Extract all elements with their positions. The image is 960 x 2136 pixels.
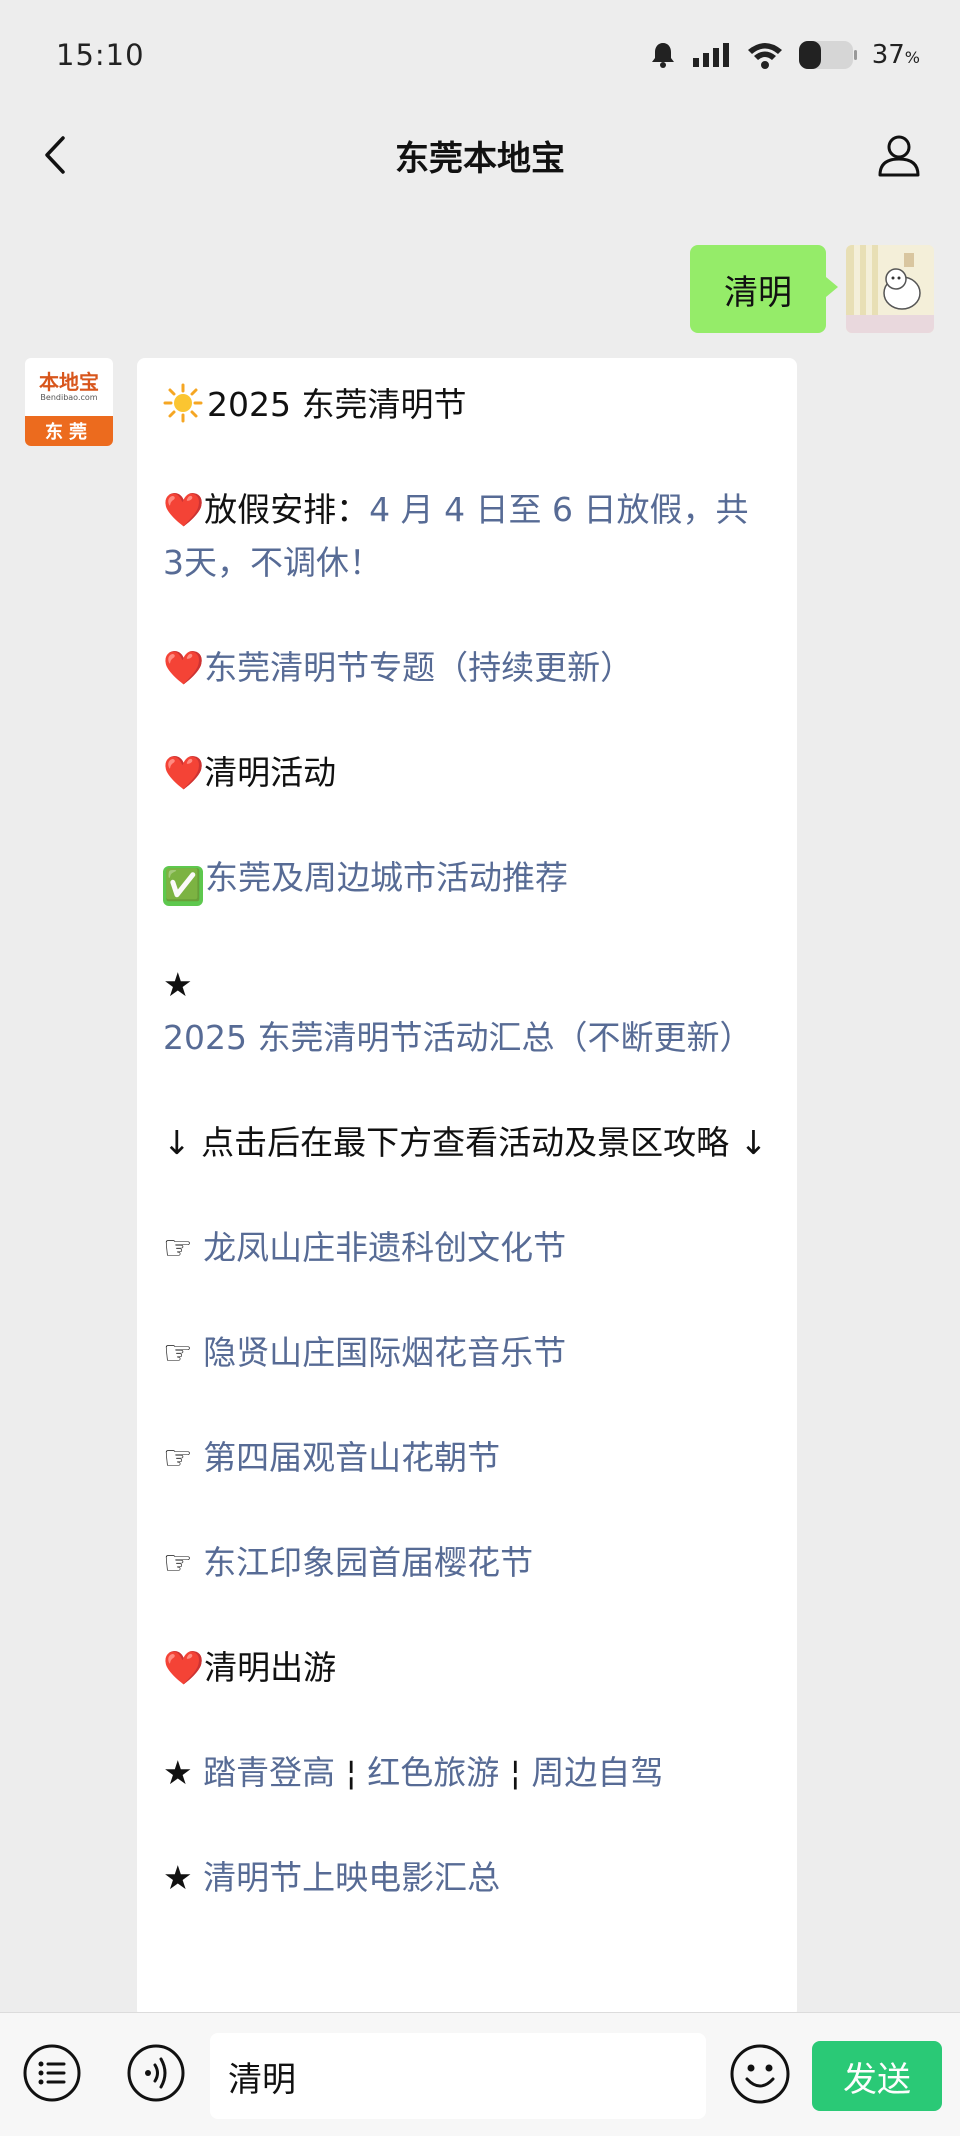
- emoji-icon[interactable]: [729, 2043, 791, 2105]
- heart-icon: ❤️: [163, 1648, 205, 1687]
- message-line: ❤️清明活动: [163, 753, 337, 792]
- separator: ¦: [345, 1753, 357, 1792]
- link[interactable]: 隐贤山庄国际烟花音乐节: [203, 1333, 566, 1372]
- status-icons: 37%: [648, 40, 920, 70]
- status-time: 15:10: [56, 38, 145, 72]
- link[interactable]: 周边自驾: [531, 1753, 663, 1792]
- message-line: ★ 2025 东莞清明节活动汇总（不断更新）: [163, 958, 771, 1064]
- input-bar: 清明 发送: [0, 2012, 960, 2136]
- bell-icon: [648, 40, 678, 70]
- nav-bar: 东莞本地宝: [0, 110, 960, 200]
- message-line: ❤️放假安排：4 月 4 日至 6 日放假，共 3天，不调休！: [163, 490, 749, 582]
- star-icon: ★: [163, 1858, 193, 1897]
- send-button[interactable]: 发送: [812, 2041, 942, 2111]
- incoming-bubble: 2025 东莞清明节 ❤️放假安排：4 月 4 日至 6 日放假，共 3天，不调…: [137, 358, 797, 2018]
- link[interactable]: 东江印象园首届樱花节: [203, 1543, 533, 1582]
- voice-icon[interactable]: [126, 2043, 186, 2103]
- message-line: ☞ 龙凤山庄非遗科创文化节: [163, 1221, 771, 1274]
- avatar[interactable]: [846, 245, 934, 333]
- status-bar: 15:10 37%: [0, 0, 960, 110]
- message-line: ☞ 第四届观音山花朝节: [163, 1431, 771, 1484]
- message-line: ↓ 点击后在最下方查看活动及景区攻略 ↓: [163, 1123, 768, 1162]
- chevron-left-icon[interactable]: [30, 130, 80, 180]
- message-line: 2025 东莞清明节: [163, 378, 771, 431]
- pointing-hand-icon: ☞: [163, 1543, 193, 1582]
- battery-text: 37%: [871, 40, 920, 70]
- link[interactable]: 东莞及周边城市活动推荐: [205, 858, 568, 897]
- pointing-hand-icon: ☞: [163, 1333, 193, 1372]
- message-line: ★ 清明节上映电影汇总: [163, 1851, 771, 1904]
- logo-city: 东莞: [25, 416, 113, 446]
- message-line: ☞ 隐贤山庄国际烟花音乐节: [163, 1326, 771, 1379]
- link[interactable]: 东莞清明节专题（持续更新）: [204, 648, 633, 687]
- star-icon: ★: [163, 965, 193, 1004]
- pointing-hand-icon: ☞: [163, 1228, 193, 1267]
- logo: 本地宝 Bendibao.com: [39, 370, 99, 402]
- link[interactable]: 红色旅游: [367, 1753, 499, 1792]
- link[interactable]: 踏青登高: [203, 1753, 335, 1792]
- message-line: ☞ 东江印象园首届樱花节: [163, 1536, 771, 1589]
- outgoing-message: 清明: [690, 245, 934, 333]
- signal-icon: [692, 42, 732, 68]
- heart-icon: ❤️: [163, 490, 205, 529]
- pointing-hand-icon: ☞: [163, 1438, 193, 1477]
- battery-icon: [798, 40, 858, 70]
- sun-icon: [163, 383, 203, 423]
- wifi-icon: [746, 40, 784, 70]
- outgoing-bubble[interactable]: 清明: [690, 245, 838, 333]
- menu-list-icon[interactable]: [22, 2043, 82, 2103]
- link[interactable]: 清明节上映电影汇总: [203, 1858, 500, 1897]
- separator: ¦: [509, 1753, 521, 1792]
- link[interactable]: 龙凤山庄非遗科创文化节: [203, 1228, 566, 1267]
- heart-icon: ❤️: [163, 753, 205, 792]
- link[interactable]: 第四届观音山花朝节: [203, 1438, 500, 1477]
- page-title: 东莞本地宝: [395, 138, 565, 179]
- person-icon[interactable]: [872, 128, 926, 182]
- avatar[interactable]: 本地宝 Bendibao.com 东莞: [25, 358, 113, 446]
- heart-icon: ❤️: [163, 648, 205, 687]
- star-icon: ★: [163, 1753, 193, 1792]
- message-input[interactable]: 清明: [210, 2033, 706, 2119]
- message-line: ✅ 东莞及周边城市活动推荐: [163, 851, 771, 906]
- message-line: ★ 踏青登高 ¦ 红色旅游 ¦ 周边自驾: [163, 1746, 771, 1799]
- outgoing-text: 清明: [724, 272, 792, 313]
- message-line: ❤️东莞清明节专题（持续更新）: [163, 641, 771, 694]
- link[interactable]: 2025 东莞清明节活动汇总（不断更新）: [163, 1018, 752, 1057]
- message-line: ❤️清明出游: [163, 1648, 337, 1687]
- check-icon: ✅: [163, 866, 203, 906]
